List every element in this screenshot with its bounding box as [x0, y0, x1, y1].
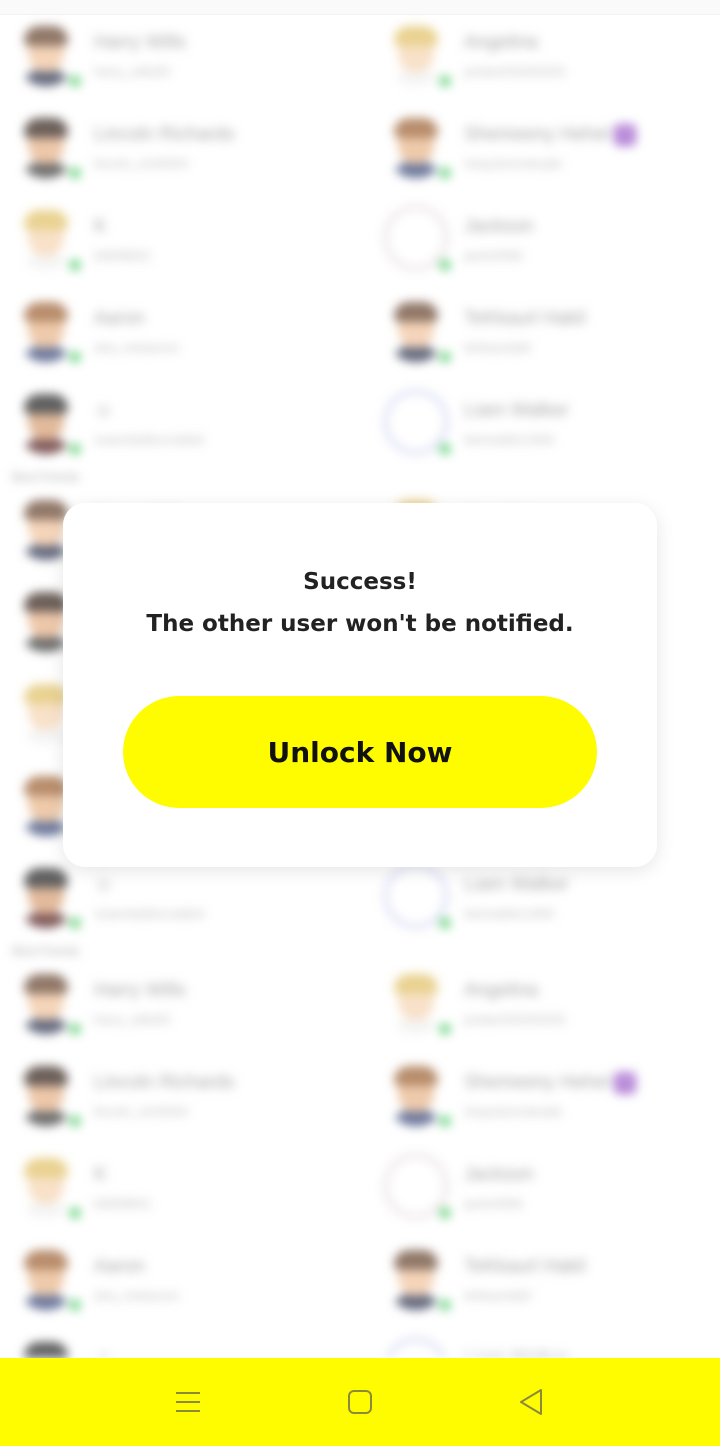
menu-icon[interactable]: [166, 1380, 210, 1424]
success-message: The other user won't be notified.: [146, 611, 574, 637]
android-nav-bar: [0, 1358, 720, 1446]
success-dialog: Success! The other user won't be notifie…: [63, 503, 657, 867]
triangle-back-icon[interactable]: [510, 1380, 554, 1424]
success-title: Success!: [303, 569, 417, 595]
square-home-icon[interactable]: [338, 1380, 382, 1424]
status-bar-edge: [0, 0, 720, 15]
unlock-now-button[interactable]: Unlock Now: [123, 696, 597, 808]
